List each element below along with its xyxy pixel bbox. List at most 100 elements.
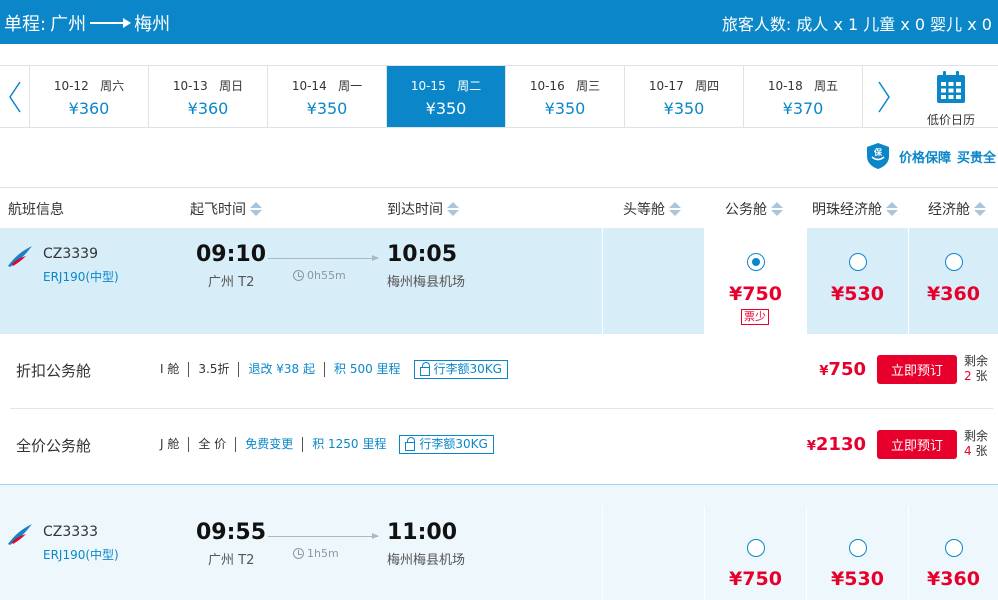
- book-now-button[interactable]: 立即预订: [877, 430, 957, 459]
- mileage-earned[interactable]: 积 500 里程: [324, 362, 410, 377]
- col-economy-label: 经济舱: [928, 202, 970, 218]
- departure-time: 09:10: [196, 242, 267, 267]
- destination-city: 梅州: [134, 14, 171, 35]
- sort-depart-time[interactable]: 起飞时间: [190, 199, 262, 219]
- date-price: ¥370: [782, 99, 824, 118]
- route-title: 单程: 广州 梅州: [4, 10, 170, 36]
- fare-name: 全价公务舱: [16, 437, 92, 455]
- aircraft-type[interactable]: ERJ190(中型): [43, 546, 119, 563]
- guarantee-label: 价格保障: [898, 150, 951, 166]
- first-class-cell: [602, 228, 704, 334]
- clock-icon: [293, 270, 304, 281]
- refund-change-rule[interactable]: 退改 ¥38 起: [238, 362, 324, 377]
- mileage-earned[interactable]: 积 1250 里程: [302, 437, 395, 452]
- flight-duration: 1h5m: [293, 547, 339, 560]
- low-price-calendar-button[interactable]: 低价日历: [904, 66, 998, 127]
- date-price: ¥350: [425, 99, 467, 118]
- pearl-economy-cell: ¥530: [806, 228, 908, 334]
- flight-duration: 0h55m: [293, 269, 346, 282]
- economy-price: ¥360: [927, 283, 980, 305]
- col-business-label: 公务舱: [725, 202, 767, 218]
- sort-arrive-time[interactable]: 到达时间: [387, 199, 459, 219]
- arrival-airport: 梅州梅县机场: [387, 553, 466, 568]
- sort-first-class[interactable]: 头等舱: [623, 199, 681, 219]
- weekday-label: 周一: [338, 79, 363, 93]
- baggage-allowance[interactable]: 行李额30KG: [399, 435, 494, 454]
- sort-business-class[interactable]: 公务舱: [725, 199, 783, 219]
- flight-row: CZ3333 ERJ190(中型) 09:55 广州 T2 1h5m 11:00…: [0, 506, 998, 600]
- seats-remaining: 剩余 2 张: [964, 354, 988, 384]
- seats-remaining: 剩余 4 张: [964, 429, 988, 459]
- remaining-count: 2: [964, 369, 972, 383]
- svg-text:保: 保: [873, 147, 883, 157]
- arrival-time: 10:05: [387, 242, 458, 267]
- pearl-economy-price: ¥530: [831, 283, 884, 305]
- sort-economy[interactable]: 经济舱: [928, 199, 986, 219]
- date-option-10-17[interactable]: 10-17 周四 ¥350: [625, 66, 744, 127]
- pearl-economy-cell: ¥530: [806, 506, 908, 600]
- pearl-economy-radio[interactable]: [848, 539, 867, 557]
- luggage-icon: [405, 436, 416, 451]
- date-label: 10-12: [53, 79, 89, 93]
- few-tickets-badge: 票少: [741, 309, 769, 325]
- date-option-10-15[interactable]: 10-15 周二 ¥350: [387, 66, 506, 127]
- col-depart-label: 起飞时间: [190, 202, 246, 218]
- fare-price-value: 750: [828, 359, 866, 380]
- economy-radio[interactable]: [944, 253, 963, 271]
- luggage-icon: [419, 361, 430, 376]
- passenger-count: 旅客人数: 成人 x 1 儿童 x 0 婴儿 x 0: [721, 15, 992, 34]
- remaining-count: 4: [964, 444, 972, 458]
- remaining-unit: 张: [975, 444, 988, 458]
- refund-change-rule[interactable]: 免费变更: [235, 437, 302, 452]
- economy-radio[interactable]: [944, 539, 963, 557]
- book-now-button[interactable]: 立即预订: [877, 355, 957, 384]
- col-first-label: 头等舱: [623, 202, 665, 218]
- trip-type-label: 单程:: [4, 14, 47, 35]
- flight-path-line: [268, 533, 379, 539]
- pearl-economy-radio[interactable]: [848, 253, 867, 271]
- sort-icon: [669, 201, 681, 217]
- date-option-10-16[interactable]: 10-16 周三 ¥350: [506, 66, 625, 127]
- route-arrow-icon: [90, 18, 132, 28]
- date-selector: 10-12 周六 ¥360 10-13 周日 ¥360 10-14 周一 ¥35…: [0, 65, 998, 128]
- clock-icon: [293, 548, 304, 559]
- business-class-radio[interactable]: [746, 539, 765, 557]
- fare-name: 折扣公务舱: [16, 362, 92, 380]
- economy-cell: ¥360: [908, 506, 998, 600]
- weekday-label: 周二: [457, 79, 482, 93]
- airline-logo-icon: [8, 524, 32, 545]
- currency-symbol: ¥: [806, 439, 816, 454]
- fare-option-row: 全价公务舱 J 舱 全 价 免费变更 积 1250 里程 行李额30KG ¥21…: [0, 409, 998, 481]
- col-pearl-label: 明珠经济舱: [812, 202, 882, 218]
- column-header-row: 航班信息 起飞时间 到达时间 头等舱 公务舱 明珠经济舱 经济舱: [0, 187, 998, 227]
- date-option-10-12[interactable]: 10-12 周六 ¥360: [30, 66, 149, 127]
- date-price: ¥350: [663, 99, 705, 118]
- prev-dates-button[interactable]: [0, 66, 30, 127]
- chevron-left-icon: [8, 81, 21, 112]
- baggage-allowance[interactable]: 行李额30KG: [413, 360, 508, 379]
- aircraft-type[interactable]: ERJ190(中型): [43, 268, 119, 285]
- business-class-cell: ¥750 票少: [704, 228, 806, 334]
- col-flight-info: 航班信息: [8, 199, 64, 219]
- sort-pearl-economy[interactable]: 明珠经济舱: [812, 199, 898, 219]
- date-option-10-18[interactable]: 10-18 周五 ¥370: [744, 66, 863, 127]
- date-option-10-14[interactable]: 10-14 周一 ¥350: [268, 66, 387, 127]
- origin-city: 广州: [50, 14, 87, 35]
- fare-details: J 舱 全 价 免费变更 积 1250 里程 行李额30KG: [160, 435, 494, 454]
- business-class-radio[interactable]: [746, 253, 765, 271]
- cabin-code: J 舱: [160, 437, 180, 451]
- date-label: 10-13: [172, 79, 208, 93]
- sort-icon: [886, 201, 898, 217]
- price-guarantee[interactable]: 保 价格保障 买贵全: [865, 142, 996, 170]
- weekday-label: 周六: [100, 79, 125, 93]
- col-flight-label: 航班信息: [8, 202, 64, 218]
- date-option-10-13[interactable]: 10-13 周日 ¥360: [149, 66, 268, 127]
- next-dates-button[interactable]: [862, 66, 904, 127]
- guarantee-sub-label: 买贵全: [956, 150, 996, 166]
- flight-number: CZ3339: [43, 246, 98, 262]
- duration-text: 0h55m: [307, 269, 346, 282]
- sort-icon: [250, 201, 262, 217]
- fare-price: ¥750: [746, 359, 866, 380]
- header-bar: 单程: 广州 梅州 旅客人数: 成人 x 1 儿童 x 0 婴儿 x 0: [0, 0, 998, 44]
- business-class-price: ¥750: [729, 568, 782, 590]
